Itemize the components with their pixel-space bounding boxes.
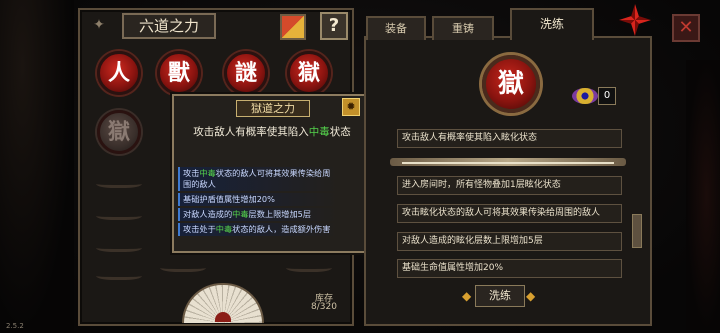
effect-row: 攻击眩化状态的敌人可将其效果传染给周围的敌人	[397, 204, 622, 223]
empty-slot	[96, 270, 142, 280]
tooltip-effects: 攻击中毒状态的敌人可将其效果传染给周围的敌人 基础护盾值属性增加20% 对敌人造…	[178, 167, 338, 238]
gear-icon: ✹	[342, 98, 360, 116]
effect-line: 攻击处于中毒状态的敌人，造成额外伤害	[178, 223, 338, 236]
effect-line: 攻击中毒状态的敌人可将其效果传染给周围的敌人	[178, 167, 338, 191]
pinwheel-icon	[619, 4, 651, 36]
effect-row: 对敌人造成的眩化层数上限增加5层	[397, 232, 622, 251]
tab-reforge[interactable]: 重铸	[432, 16, 494, 40]
empty-slot	[96, 242, 142, 252]
effect-line: 对敌人造成的中毒层数上限增加5层	[178, 208, 338, 221]
fan-hub	[215, 312, 231, 322]
help-button[interactable]: ?	[320, 12, 348, 40]
background-art-left	[0, 0, 74, 333]
scrollbar[interactable]	[632, 214, 642, 248]
effect-line: 基础护盾值属性增加20%	[178, 193, 338, 206]
arrow-right-icon: ◆	[526, 289, 536, 303]
orb-human[interactable]: 人	[97, 51, 141, 95]
game-screen: ✦ 六道之力 ? 人 獸 謎 獄 獄 库存 8/320 獄道之力 ✹ 攻击敌人有…	[0, 0, 720, 333]
selected-orb: 獄	[482, 55, 540, 113]
incense-icon: ✦	[93, 17, 105, 33]
tooltip-description: 攻击敌人有概率使其陷入中毒状态	[193, 126, 351, 138]
background-art-right	[686, 60, 720, 330]
eye-count: 0	[598, 87, 616, 105]
empty-slot	[286, 262, 332, 272]
refine-button[interactable]: 洗练	[475, 285, 525, 307]
close-button[interactable]: ✕	[672, 14, 700, 42]
divider-line	[402, 162, 614, 164]
version-label: 2.5.2	[6, 322, 24, 330]
arrow-left-icon: ◆	[462, 289, 472, 303]
orb-beast[interactable]: 獸	[157, 51, 201, 95]
tooltip-title: 獄道之力	[236, 100, 310, 117]
effect-row: 进入房间时，所有怪物叠加1层眩化状态	[397, 176, 622, 195]
orb-hell[interactable]: 獄	[287, 51, 331, 95]
main-effect: 攻击敌人有概率使其陷入眩化状态	[397, 129, 622, 148]
panel-title: 六道之力	[122, 13, 216, 39]
orb-mystery[interactable]: 謎	[224, 51, 268, 95]
orb-hell-locked[interactable]: 獄	[97, 110, 141, 154]
tab-equipment[interactable]: 装备	[366, 16, 426, 40]
empty-slot	[96, 178, 142, 188]
eye-icon	[572, 88, 598, 104]
switch-icon[interactable]	[280, 14, 306, 40]
stock-value: 8/320	[311, 302, 337, 312]
empty-slot	[96, 210, 142, 220]
tab-refine[interactable]: 洗练	[510, 8, 594, 40]
empty-slot	[160, 262, 206, 272]
effect-row: 基础生命值属性增加20%	[397, 259, 622, 278]
